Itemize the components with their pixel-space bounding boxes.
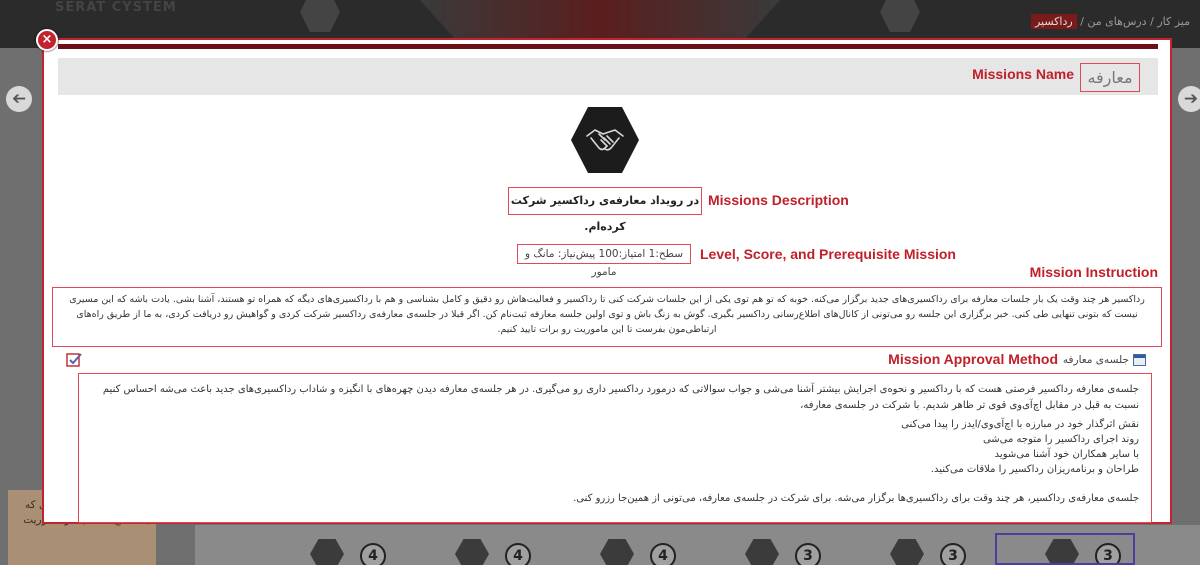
close-icon[interactable]: × (36, 29, 58, 51)
handshake-icon (571, 107, 639, 173)
checkbox-checked-icon[interactable] (66, 352, 82, 368)
mission-instruction: رداکسیر هر چند وقت یک بار جلسات معارفه ب… (52, 287, 1162, 347)
mission-card-count: 4 (505, 543, 531, 565)
mission-card-icon (600, 539, 634, 565)
approval-bullet: طراحان و برنامه‌ریزان رداکسیر را ملاقات … (930, 464, 1139, 475)
mission-card-count: 4 (360, 543, 386, 565)
mission-card-count: 4 (650, 543, 676, 565)
approval-paragraph: جلسه‌ی معارفه رداکسیر فرصتی هست که با رد… (102, 384, 1139, 411)
mission-card-count: 3 (940, 543, 966, 565)
approval-method: جلسه‌ی معارفه (1063, 353, 1146, 367)
breadcrumb: میز کار / درس‌های من / رداکسیر (1030, 14, 1190, 29)
selected-card-outline (995, 533, 1135, 565)
annotation-level-score-prerequisite: Level, Score, and Prerequisite Mission (700, 246, 956, 262)
mission-modal: معارفه Missions Name در رویداد معارفه‌ی … (42, 38, 1172, 524)
next-arrow-icon[interactable]: ➔ (1178, 86, 1200, 112)
mission-card-icon (745, 539, 779, 565)
approval-bullet: روند اجرای رداکسیر را متوجه می‌شی (982, 434, 1139, 445)
mission-card-count: 3 (795, 543, 821, 565)
breadcrumb-separator: / (1150, 15, 1154, 28)
annotation-missions-name: Missions Name (972, 66, 1074, 82)
mission-card-icon (455, 539, 489, 565)
breadcrumb-separator: / (1080, 15, 1084, 28)
mission-card[interactable]: 3 (870, 525, 1010, 565)
modal-top-bar (58, 44, 1158, 49)
header-banner (420, 0, 780, 40)
calendar-icon (1133, 354, 1146, 366)
header-hex-decoration (300, 0, 340, 32)
approval-method-details: جلسه‌ی معارفه رداکسیر فرصتی هست که با رد… (78, 373, 1152, 523)
mission-card[interactable]: 4 (435, 525, 575, 565)
mission-name: معارفه (1080, 63, 1140, 92)
approval-method-label: جلسه‌ی معارفه (1062, 354, 1129, 366)
mission-card[interactable]: 4 (580, 525, 720, 565)
mission-card-icon (890, 539, 924, 565)
mission-card-icon (310, 539, 344, 565)
prev-arrow-icon[interactable]: ➔ (6, 86, 32, 112)
mission-level-score-prerequisite: سطح:1 امتیاز:100 پیش‌نیاز: مانگ و مامور (517, 244, 691, 278)
header-hex-decoration (880, 0, 920, 32)
approval-bullet: با سایر همکاران خود آشنا می‌شوید (994, 449, 1139, 460)
mission-card[interactable]: 4 (290, 525, 430, 565)
annotation-mission-approval-method: Mission Approval Method (888, 351, 1058, 367)
approval-bullet: نقش اثرگذار خود در مبارزه با اچ‌آی‌وی/ای… (901, 419, 1139, 430)
mission-description: در رویداد معارفه‌ی رداکسیر شرکت کرده‌ام. (508, 187, 702, 233)
breadcrumb-current: رداکسیر (1030, 14, 1077, 29)
site-name: SERAT CYSTEM (55, 0, 177, 15)
approval-paragraph: جلسه‌ی معارفه‌ی رداکسیر، هر چند وقت برای… (573, 493, 1139, 504)
annotation-missions-description: Missions Description (708, 192, 849, 208)
mission-card[interactable]: 3 (725, 525, 865, 565)
breadcrumb-home[interactable]: میز کار (1157, 15, 1190, 28)
annotation-mission-instruction: Mission Instruction (1029, 264, 1158, 280)
breadcrumb-lessons[interactable]: درس‌های من (1087, 15, 1146, 28)
